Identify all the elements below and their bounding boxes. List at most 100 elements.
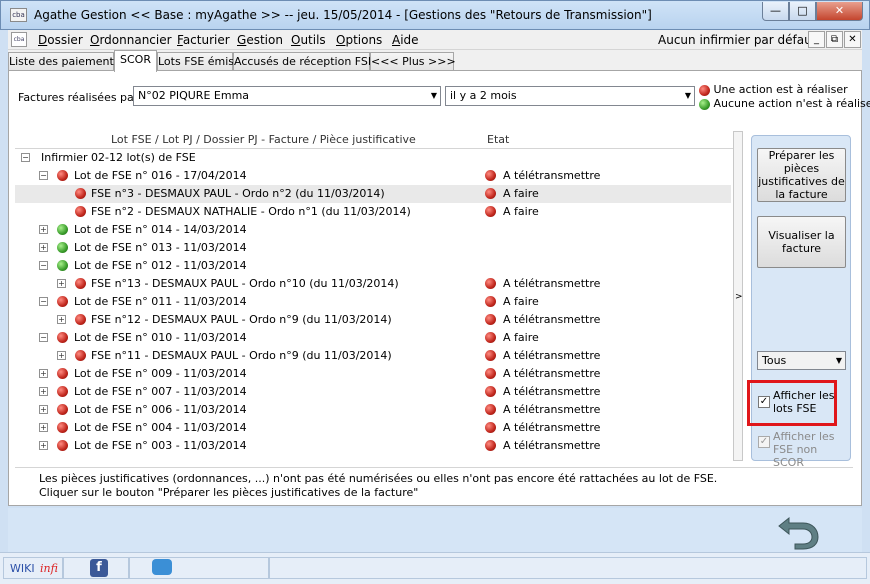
row-etat: A télétransmettre bbox=[503, 367, 601, 380]
tree-row[interactable]: + FSE n°13 - DESMAUX PAUL - Ordo n°10 (d… bbox=[15, 275, 731, 293]
tree-row[interactable]: + Lot de FSE n° 007 - 11/03/2014 A télét… bbox=[15, 383, 731, 401]
expand-icon[interactable]: + bbox=[39, 441, 48, 450]
prepare-pj-button[interactable]: Préparer les pièces justificatives de la… bbox=[757, 148, 846, 202]
expand-icon[interactable]: + bbox=[57, 315, 66, 324]
maximize-button[interactable]: □ bbox=[789, 2, 816, 21]
green-status-icon bbox=[57, 242, 68, 253]
chat-link[interactable] bbox=[129, 557, 269, 579]
tab-liste-paiements[interactable]: Liste des paiements bbox=[8, 52, 120, 71]
tab-plus[interactable]: <<< Plus >>> bbox=[370, 52, 456, 71]
tab-lots-fse-emis[interactable]: Lots FSE émis bbox=[157, 52, 234, 71]
document-icon: cba bbox=[11, 32, 27, 47]
type-select[interactable]: Tous ▼ bbox=[757, 351, 846, 370]
mdi-close-button[interactable]: ✕ bbox=[844, 31, 861, 48]
tree-row[interactable]: − Lot de FSE n° 010 - 11/03/2014 A faire bbox=[15, 329, 731, 347]
collapse-icon[interactable]: − bbox=[39, 297, 48, 306]
menu-dossier[interactable]: Dossier bbox=[38, 33, 83, 47]
tree-row[interactable]: + Lot de FSE n° 014 - 14/03/2014 bbox=[15, 221, 731, 239]
tree-row[interactable]: + FSE n°12 - DESMAUX PAUL - Ordo n°9 (du… bbox=[15, 311, 731, 329]
menu-ordonnancier[interactable]: Ordonnancier bbox=[90, 33, 172, 47]
menu-aide[interactable]: Aide bbox=[392, 33, 419, 47]
tree-row[interactable]: − Lot de FSE n° 011 - 11/03/2014 A faire bbox=[15, 293, 731, 311]
mdi-minimize-button[interactable]: _ bbox=[808, 31, 825, 48]
red-status-icon bbox=[485, 170, 496, 181]
nurse-select[interactable]: N°02 PIQURE Emma ▼ bbox=[133, 86, 441, 106]
tree-row[interactable]: + Lot de FSE n° 003 - 11/03/2014 A télét… bbox=[15, 437, 731, 455]
column-header-etat[interactable]: Etat bbox=[487, 133, 509, 146]
tree-row[interactable]: + Lot de FSE n° 006 - 11/03/2014 A télét… bbox=[15, 401, 731, 419]
row-etat: A faire bbox=[503, 295, 539, 308]
row-label: FSE n°12 - DESMAUX PAUL - Ordo n°9 (du 1… bbox=[91, 313, 392, 326]
app-icon: cba bbox=[10, 8, 27, 22]
tab-accuses-reception[interactable]: Accusés de réception FSE bbox=[233, 52, 375, 71]
tab-scor[interactable]: SCOR bbox=[114, 50, 157, 72]
status-empty bbox=[269, 557, 867, 579]
expand-icon[interactable]: + bbox=[39, 405, 48, 414]
tab-strip: Liste des paiements SCOR Lots FSE émis A… bbox=[8, 50, 862, 72]
red-status-icon bbox=[75, 278, 86, 289]
window-title: Agathe Gestion << Base : myAgathe >> -- … bbox=[34, 8, 652, 22]
close-button[interactable]: ✕ bbox=[816, 2, 863, 21]
minimize-button[interactable]: — bbox=[762, 2, 789, 21]
tree-row[interactable]: + Lot de FSE n° 013 - 11/03/2014 bbox=[15, 239, 731, 257]
expand-icon[interactable]: + bbox=[39, 369, 48, 378]
tree-row[interactable]: + FSE n°11 - DESMAUX PAUL - Ordo n°9 (du… bbox=[15, 347, 731, 365]
tree-row[interactable]: + Lot de FSE n° 009 - 11/03/2014 A télét… bbox=[15, 365, 731, 383]
expand-icon[interactable]: + bbox=[39, 423, 48, 432]
menu-outils-label: utils bbox=[300, 33, 326, 47]
row-label: Lot de FSE n° 010 - 11/03/2014 bbox=[74, 331, 247, 344]
view-invoice-button[interactable]: Visualiser la facture bbox=[757, 216, 846, 268]
menu-outils[interactable]: Outils bbox=[291, 33, 326, 47]
menu-bar: cba Dossier Ordonnancier Facturier Gesti… bbox=[8, 30, 862, 50]
row-label: Lot de FSE n° 007 - 11/03/2014 bbox=[74, 385, 247, 398]
menu-aide-key: A bbox=[392, 33, 401, 47]
green-status-icon bbox=[57, 260, 68, 271]
tree-row[interactable]: − Lot de FSE n° 016 - 17/04/2014 A télét… bbox=[15, 167, 731, 185]
column-header-lot[interactable]: Lot FSE / Lot PJ / Dossier PJ - Facture … bbox=[111, 133, 416, 146]
red-status-icon bbox=[485, 386, 496, 397]
mdi-restore-button[interactable]: ⧉ bbox=[826, 31, 843, 48]
tree-row[interactable]: FSE n°2 - DESMAUX NATHALIE - Ordo n°1 (d… bbox=[15, 203, 731, 221]
nurse-select-value: N°02 PIQURE Emma bbox=[138, 89, 250, 102]
expand-icon[interactable]: + bbox=[39, 225, 48, 234]
red-status-icon bbox=[485, 440, 496, 451]
red-status-icon bbox=[57, 440, 68, 451]
facebook-link[interactable]: f bbox=[63, 557, 129, 579]
scor-panel: Factures réalisées par: N°02 PIQURE Emma… bbox=[8, 70, 870, 506]
menu-facturier[interactable]: Facturier bbox=[177, 33, 230, 47]
fse-tree[interactable]: Lot FSE / Lot PJ / Dossier PJ - Facture … bbox=[15, 131, 743, 461]
green-status-icon bbox=[699, 98, 710, 110]
tree-row[interactable]: + Lot de FSE n° 004 - 11/03/2014 A télét… bbox=[15, 419, 731, 437]
expand-icon[interactable]: + bbox=[57, 279, 66, 288]
red-status-icon bbox=[57, 368, 68, 379]
expand-icon[interactable]: + bbox=[39, 387, 48, 396]
red-status-icon bbox=[75, 314, 86, 325]
green-status-icon bbox=[57, 224, 68, 235]
red-status-icon bbox=[485, 278, 496, 289]
menu-options[interactable]: Options bbox=[336, 33, 382, 47]
legend-red-text: Une action est à réaliser bbox=[713, 83, 848, 96]
show-non-scor-checkbox[interactable]: ✓ bbox=[758, 436, 770, 448]
row-etat: A télétransmettre bbox=[503, 403, 601, 416]
period-select[interactable]: il y a 2 mois ▼ bbox=[445, 86, 695, 106]
collapse-icon[interactable]: − bbox=[39, 333, 48, 342]
menu-aide-label: ide bbox=[400, 33, 419, 47]
row-label: Lot de FSE n° 012 - 11/03/2014 bbox=[74, 259, 247, 272]
collapse-icon[interactable]: − bbox=[21, 153, 30, 162]
tree-row[interactable]: − Lot de FSE n° 012 - 11/03/2014 bbox=[15, 257, 731, 275]
menu-gestion[interactable]: Gestion bbox=[237, 33, 283, 47]
default-nurse-label: Aucun infirmier par défaut bbox=[658, 33, 817, 47]
row-label: Lot de FSE n° 004 - 11/03/2014 bbox=[74, 421, 247, 434]
tree-root[interactable]: − Infirmier 02-12 lot(s) de FSE bbox=[15, 149, 731, 167]
back-arrow-icon[interactable] bbox=[775, 510, 823, 552]
expand-icon[interactable]: + bbox=[57, 351, 66, 360]
expand-icon[interactable]: + bbox=[39, 243, 48, 252]
row-etat: A télétransmettre bbox=[503, 349, 601, 362]
collapse-icon[interactable]: − bbox=[39, 261, 48, 270]
tree-row-selected[interactable]: FSE n°3 - DESMAUX PAUL - Ordo n°2 (du 11… bbox=[15, 185, 731, 203]
collapse-icon[interactable]: − bbox=[39, 171, 48, 180]
wiki-infi-link[interactable]: WIKI infi bbox=[3, 557, 63, 579]
title-bar: cba Agathe Gestion << Base : myAgathe >>… bbox=[0, 0, 870, 30]
red-status-icon bbox=[485, 422, 496, 433]
side-panel-toggle[interactable]: > bbox=[733, 131, 743, 461]
